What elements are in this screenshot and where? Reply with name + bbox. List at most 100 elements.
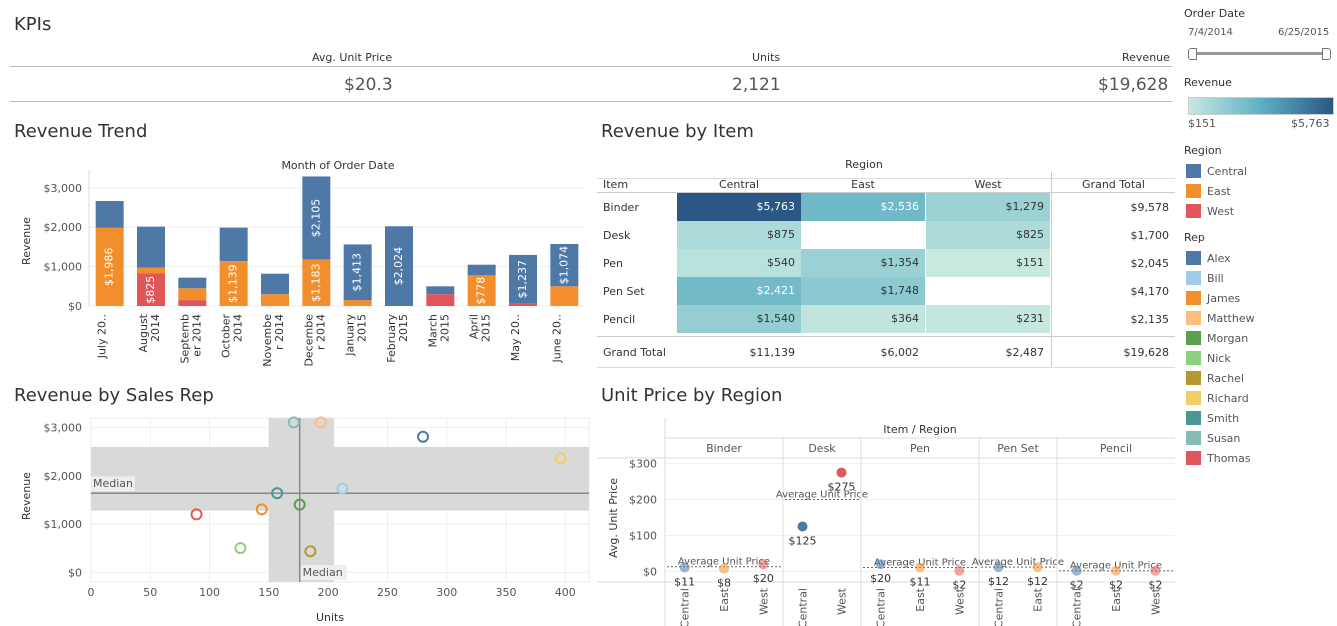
slider-end-handle[interactable] bbox=[1322, 48, 1331, 60]
heatmap-item-header: Item bbox=[603, 178, 629, 191]
unit-point-label: $275 bbox=[828, 481, 856, 494]
scatter-median-y-label: Median bbox=[93, 477, 133, 490]
rep-legend-item-richard[interactable]: Richard bbox=[1186, 390, 1249, 406]
rep-legend-item-thomas[interactable]: Thomas bbox=[1186, 450, 1251, 466]
unit-panel-header: Pen Set bbox=[997, 442, 1039, 455]
heatmap-cell[interactable]: $151 bbox=[926, 249, 1050, 277]
heatmap-cell[interactable]: $540 bbox=[677, 249, 801, 277]
rep-legend-item-susan[interactable]: Susan bbox=[1186, 430, 1240, 446]
heatmap-cell[interactable]: $2,536 bbox=[801, 193, 925, 221]
revenue-trend-chart: Month of Order Date Revenue $0 $1,000 $2,000… bbox=[20, 159, 585, 367]
trend-bar-west[interactable] bbox=[178, 300, 207, 306]
trend-bar-east[interactable] bbox=[178, 288, 207, 301]
unit-point-label: $11 bbox=[674, 575, 695, 588]
scatter-x-tick: 50 bbox=[143, 586, 157, 599]
scatter-revenue-band bbox=[91, 446, 589, 511]
legend-label: Nick bbox=[1207, 351, 1231, 365]
heatmap-cell[interactable]: $825 bbox=[926, 221, 1050, 249]
rep-legend-item-james[interactable]: James bbox=[1186, 290, 1240, 306]
trend-bar-east[interactable] bbox=[550, 286, 579, 306]
trend-bar-label: $1,074 bbox=[557, 246, 570, 285]
trend-x-tick: 2015 bbox=[480, 314, 493, 342]
heatmap-cell[interactable]: $231 bbox=[926, 305, 1050, 333]
unit-panel-header: Desk bbox=[808, 442, 836, 455]
revenue-trend-title: Revenue Trend bbox=[14, 121, 148, 142]
trend-x-tick: er 2014 bbox=[190, 314, 203, 357]
avg-unit-price-value[interactable]: $20.3 bbox=[344, 75, 393, 95]
legend-label: Thomas bbox=[1207, 451, 1251, 465]
legend-label: East bbox=[1207, 184, 1231, 198]
scatter-x-tick: 400 bbox=[555, 586, 576, 599]
trend-bar-east[interactable] bbox=[137, 267, 165, 274]
unit-point-pen-set-central[interactable] bbox=[993, 562, 1004, 573]
rep-legend-item-smith[interactable]: Smith bbox=[1186, 410, 1239, 426]
heatmap-column-header: Central bbox=[718, 178, 760, 191]
unit-point-desk-central[interactable] bbox=[797, 521, 808, 532]
heatmap-cell[interactable]: $1,748 bbox=[801, 277, 925, 305]
unit-point-label: $20 bbox=[870, 572, 891, 585]
trend-bar-central[interactable] bbox=[467, 264, 496, 276]
unit-point-pencil-central[interactable] bbox=[1071, 565, 1082, 576]
trend-bar-label: $1,986 bbox=[103, 248, 116, 287]
unit-point-pen-east[interactable] bbox=[915, 562, 925, 573]
legend-swatch bbox=[1186, 164, 1201, 178]
region-legend-item-west[interactable]: West bbox=[1186, 203, 1234, 219]
heatmap-cell[interactable]: $875 bbox=[677, 221, 801, 249]
heatmap-cell[interactable]: $5,763 bbox=[677, 193, 801, 221]
trend-bar-central[interactable] bbox=[426, 286, 455, 295]
unit-price-by-region-title: Unit Price by Region bbox=[601, 385, 783, 406]
revenue-by-item-title: Revenue by Item bbox=[601, 121, 754, 142]
trend-x-tick: 2014 bbox=[149, 314, 162, 342]
region-legend-item-central[interactable]: Central bbox=[1186, 163, 1247, 179]
unit-point-pen-central[interactable] bbox=[875, 559, 886, 570]
trend-bar-west[interactable] bbox=[509, 303, 537, 306]
rep-legend-item-alex[interactable]: Alex bbox=[1186, 250, 1231, 266]
trend-bar-central[interactable] bbox=[219, 227, 248, 262]
rep-legend-item-nick[interactable]: Nick bbox=[1186, 350, 1231, 366]
unit-point-binder-east[interactable] bbox=[719, 563, 729, 574]
unit-point-binder-west[interactable] bbox=[758, 559, 769, 570]
unit-point-binder-central[interactable] bbox=[679, 562, 690, 573]
scatter-x-tick: 0 bbox=[88, 586, 95, 599]
heatmap-bottom-rule bbox=[597, 367, 1175, 368]
rep-legend-item-matthew[interactable]: Matthew bbox=[1186, 310, 1255, 326]
heatmap-row-label: Pencil bbox=[603, 313, 636, 326]
region-legend-item-east[interactable]: East bbox=[1186, 183, 1231, 199]
heatmap-row-label: Pen bbox=[603, 257, 623, 270]
unit-point-desk-west[interactable] bbox=[836, 467, 847, 478]
legend-swatch bbox=[1186, 451, 1201, 465]
order-date-slider[interactable] bbox=[1188, 48, 1332, 60]
trend-x-tick: 2015 bbox=[438, 314, 451, 342]
unit-point-pencil-east[interactable] bbox=[1111, 565, 1121, 576]
rep-legend-item-morgan[interactable]: Morgan bbox=[1186, 330, 1248, 346]
legend-label: Rachel bbox=[1207, 371, 1244, 385]
unit-region-label: West bbox=[836, 587, 849, 615]
unit-point-pen-west[interactable] bbox=[954, 565, 965, 576]
trend-bar-central[interactable] bbox=[95, 200, 124, 228]
revenue-value[interactable]: $19,628 bbox=[1098, 75, 1168, 95]
legend-label: Bill bbox=[1207, 271, 1224, 285]
legend-swatch bbox=[1186, 431, 1201, 445]
trend-bar-central[interactable] bbox=[137, 226, 165, 268]
slider-start-handle[interactable] bbox=[1188, 48, 1197, 60]
trend-bar-label: $1,139 bbox=[227, 264, 240, 303]
legend-swatch bbox=[1186, 391, 1201, 405]
heatmap-cell[interactable]: $364 bbox=[801, 305, 925, 333]
heatmap-cell[interactable]: $1,540 bbox=[677, 305, 801, 333]
legend-swatch bbox=[1186, 251, 1201, 265]
trend-bar-east[interactable] bbox=[343, 300, 372, 306]
trend-bar-east[interactable] bbox=[261, 294, 289, 306]
heatmap-cell[interactable]: $2,421 bbox=[677, 277, 801, 305]
trend-bar-west[interactable] bbox=[426, 294, 455, 306]
heatmap-cell[interactable]: $1,279 bbox=[926, 193, 1050, 221]
rep-legend-item-bill[interactable]: Bill bbox=[1186, 270, 1224, 286]
unit-point-pen-set-east[interactable] bbox=[1032, 562, 1043, 573]
trend-bar-central[interactable] bbox=[261, 273, 289, 295]
unit-panel-header: Pen bbox=[910, 442, 930, 455]
legend-label: Smith bbox=[1207, 411, 1240, 425]
rep-legend-item-rachel[interactable]: Rachel bbox=[1186, 370, 1244, 386]
unit-point-pencil-west[interactable] bbox=[1150, 565, 1161, 576]
heatmap-cell[interactable]: $1,354 bbox=[801, 249, 925, 277]
units-value[interactable]: 2,121 bbox=[732, 75, 781, 95]
trend-bar-central[interactable] bbox=[178, 277, 207, 289]
